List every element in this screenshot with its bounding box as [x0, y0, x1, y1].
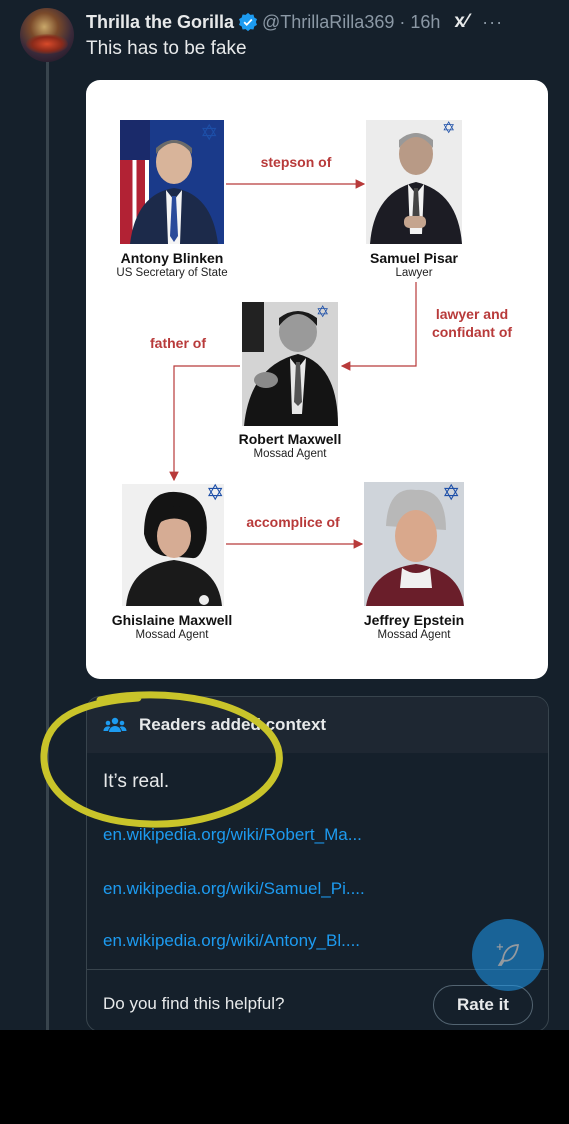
people-icon: [103, 713, 127, 737]
more-options-icon[interactable]: ···: [482, 12, 503, 33]
star-of-david-icon: ✡: [442, 120, 456, 137]
tweet-text: This has to be fake: [86, 38, 247, 59]
relation-accomplice: accomplice of: [246, 514, 340, 530]
tweet-screen: Thrilla the Gorilla @ThrillaRilla369 · 1…: [0, 0, 569, 1030]
relation-lawyer-line1: lawyer and: [435, 306, 509, 322]
person-role-pisar: Lawyer: [395, 267, 433, 279]
source-link[interactable]: en.wikipedia.org/wiki/Samuel_Pi....: [103, 879, 365, 899]
star-of-david-icon: ✡: [200, 120, 219, 145]
star-of-david-icon: ✡: [206, 480, 225, 505]
source-link[interactable]: en.wikipedia.org/wiki/Antony_Bl....: [103, 931, 360, 951]
grok-icon[interactable]: x⁄: [454, 11, 468, 33]
author-name[interactable]: Thrilla the Gorilla: [86, 12, 234, 33]
verified-badge-icon: [238, 12, 258, 32]
community-note: Readers added context It’s real. en.wiki…: [86, 696, 549, 1030]
person-name-robert-maxwell: Robert Maxwell: [238, 431, 342, 447]
source-link[interactable]: en.wikipedia.org/wiki/Robert_Ma...: [103, 825, 362, 845]
thread-line: [46, 62, 49, 1030]
star-of-david-icon: ✡: [442, 480, 461, 505]
person-role-ghislaine-maxwell: Mossad Agent: [135, 629, 209, 641]
star-of-david-icon: ✡: [316, 304, 330, 321]
separator-dot: ·: [399, 11, 406, 32]
relation-stepson: stepson of: [260, 154, 332, 170]
avatar[interactable]: [20, 8, 74, 62]
rate-it-button[interactable]: Rate it: [433, 985, 533, 1025]
tweet-time[interactable]: 16h: [410, 12, 440, 33]
author-handle[interactable]: @ThrillaRilla369: [262, 12, 394, 33]
person-role-blinken: US Secretary of State: [116, 267, 228, 279]
person-name-jeffrey-epstein: Jeffrey Epstein: [363, 612, 465, 628]
tweet-header: Thrilla the Gorilla @ThrillaRilla369 · 1…: [86, 10, 557, 34]
compose-feather-icon: [496, 943, 519, 966]
person-name-ghislaine-maxwell: Ghislaine Maxwell: [111, 612, 233, 628]
relation-lawyer-line2: confidant of: [431, 324, 513, 340]
person-name-blinken: Antony Blinken: [120, 250, 224, 266]
person-role-jeffrey-epstein: Mossad Agent: [377, 629, 451, 641]
person-name-pisar: Samuel Pisar: [370, 250, 458, 266]
tweet-image[interactable]: ✡ stepson of Antony Blinken US Secretary…: [86, 80, 548, 679]
note-header[interactable]: Readers added context: [87, 697, 548, 753]
compose-button[interactable]: [472, 919, 544, 991]
note-body: It’s real.: [103, 771, 170, 792]
relation-father: father of: [150, 335, 206, 351]
note-title: Readers added context: [139, 715, 327, 734]
person-role-robert-maxwell: Mossad Agent: [253, 448, 327, 460]
helpful-question: Do you find this helpful?: [103, 994, 285, 1013]
